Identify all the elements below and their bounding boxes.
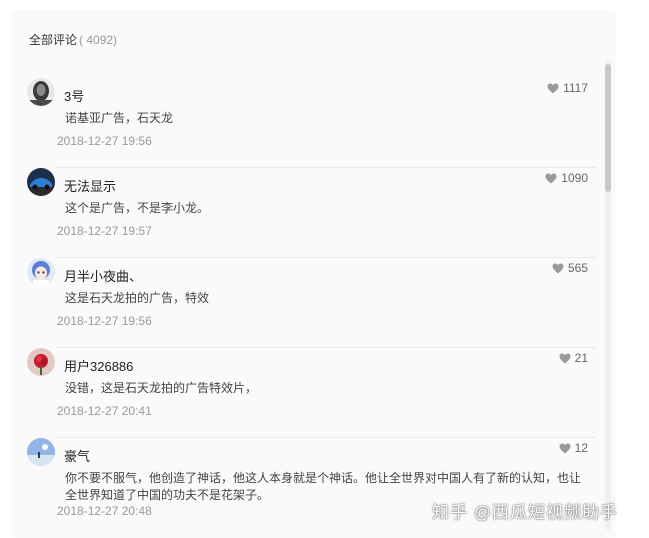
anime-girl-avatar[interactable] [27, 258, 55, 286]
like-button[interactable]: 1117 [547, 81, 588, 95]
comment-item: 3号 诺基亚广告，石天龙 2018-12-27 19:56 1117 [26, 78, 596, 168]
comment-username[interactable]: 3号 [64, 86, 84, 105]
comment-text: 这是石天龙拍的广告，特效 [65, 291, 210, 305]
comment-item: 月半小夜曲、 这是石天龙拍的广告，特效 2018-12-27 19:56 565 [26, 258, 596, 348]
like-button[interactable]: 1090 [545, 171, 588, 185]
like-count: 565 [567, 261, 588, 275]
comment-item: 用户326886 没错，这是石天龙拍的广告特效片， 2018-12-27 20:… [26, 348, 596, 438]
heart-icon [547, 83, 559, 93]
heart-icon [559, 443, 571, 453]
avatar-image [27, 438, 55, 466]
comments-panel: 全部评论( 4092) 3号 诺基亚广告，石天龙 2018-12-27 19:5… [14, 12, 614, 538]
comments-header: 全部评论( 4092) [29, 31, 117, 48]
heart-icon [545, 173, 557, 183]
heart-icon [559, 353, 571, 363]
like-count: 21 [574, 351, 588, 365]
watermark-text: 知乎 @西瓜短视频助手 [432, 503, 618, 522]
avatar-image [27, 258, 55, 286]
like-button[interactable]: 21 [559, 351, 588, 365]
blue-car-avatar[interactable] [27, 168, 55, 196]
red-rose-avatar[interactable] [27, 348, 55, 376]
avatar-image [27, 78, 55, 106]
comment-text: 没错，这是石天龙拍的广告特效片， [65, 381, 258, 395]
comment-item: 无法显示 这个是广告，不是李小龙。 2018-12-27 19:57 1090 [26, 168, 596, 258]
comment-username[interactable]: 用户326886 [64, 356, 133, 375]
comment-time: 2018-12-27 19:56 [57, 134, 152, 148]
like-button[interactable]: 565 [552, 261, 588, 275]
comment-text: 这个是广告，不是李小龙。 [65, 201, 210, 215]
comments-count: ( 4092) [79, 33, 118, 47]
like-count: 1090 [561, 171, 588, 185]
comment-time: 2018-12-27 19:57 [57, 224, 152, 238]
like-count: 12 [574, 441, 588, 455]
like-count: 1117 [563, 81, 588, 95]
comment-username[interactable]: 月半小夜曲、 [64, 266, 142, 285]
comment-time: 2018-12-27 20:48 [57, 504, 152, 518]
scrollbar-thumb[interactable] [605, 64, 611, 192]
avatar-image [27, 348, 55, 376]
comment-time: 2018-12-27 19:56 [57, 314, 152, 328]
like-button[interactable]: 12 [559, 441, 588, 455]
avatar-image [27, 168, 55, 196]
sky-landscape-avatar[interactable] [27, 438, 55, 466]
comments-title: 全部评论 [29, 33, 78, 47]
comment-username[interactable]: 无法显示 [64, 176, 116, 195]
comment-text: 诺基亚广告，石天龙 [65, 111, 174, 125]
comment-time: 2018-12-27 20:41 [57, 404, 152, 418]
dark-portrait-avatar[interactable] [27, 78, 55, 106]
heart-icon [552, 263, 564, 273]
comment-username[interactable]: 豪气 [64, 446, 90, 465]
comment-item: 豪气 你不要不服气，他创造了神话，他这人本身就是个神话。他让全世界对中国人有了新… [26, 438, 596, 538]
